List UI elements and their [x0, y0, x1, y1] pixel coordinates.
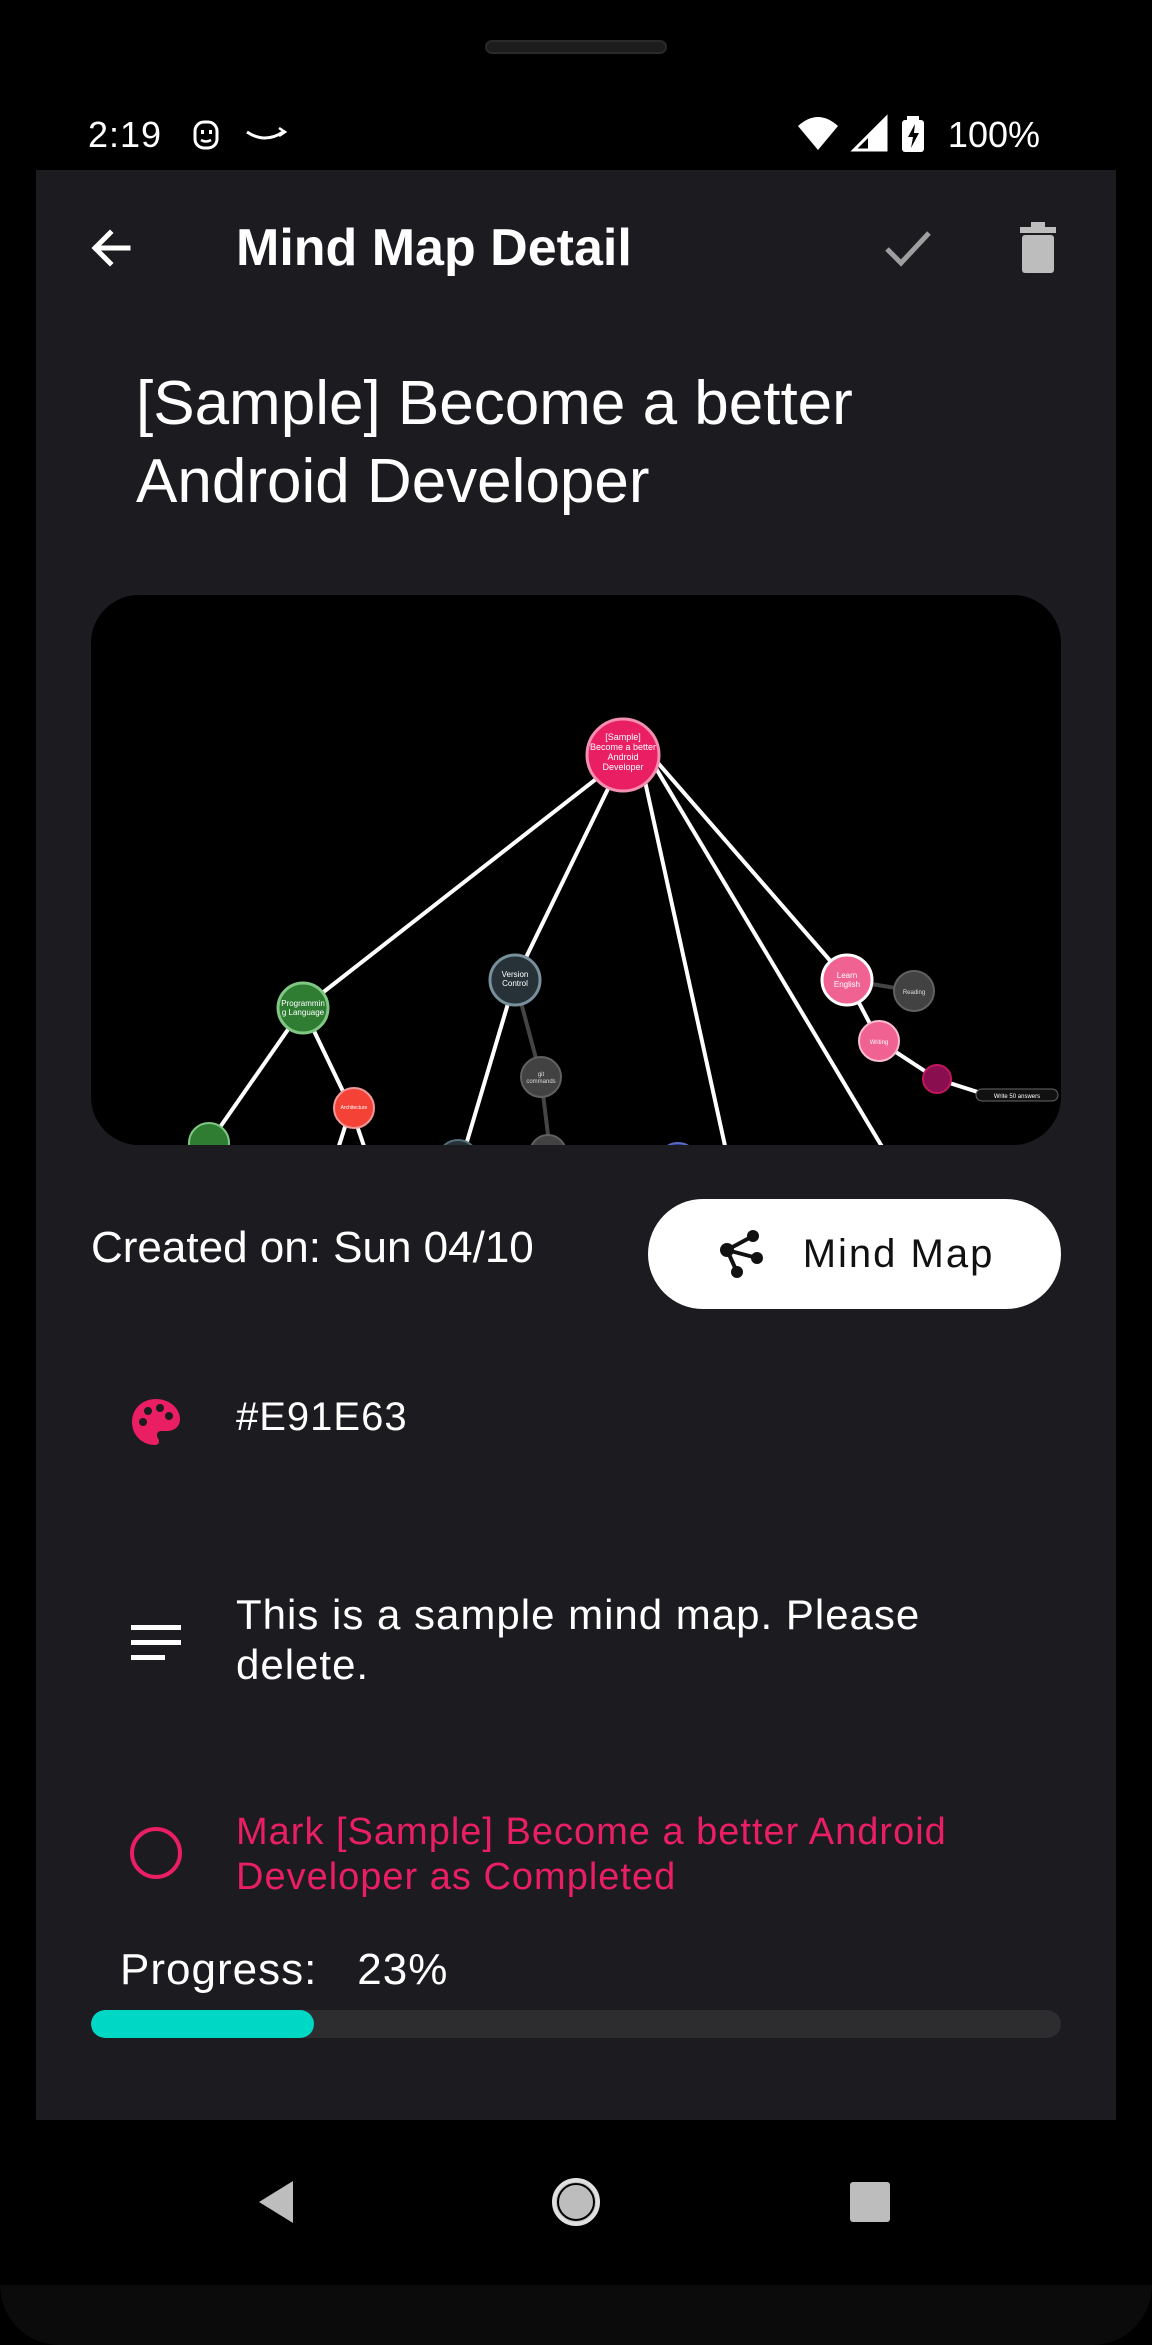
progress-label: Progress: — [120, 1945, 318, 1994]
speaker-grille — [485, 40, 667, 54]
nav-recents-icon — [850, 2182, 890, 2222]
palette-icon — [132, 1399, 180, 1445]
arrow-back-icon — [91, 229, 131, 267]
status-time: 2:19 — [88, 114, 163, 155]
edge-root-branch-a — [639, 762, 727, 1145]
node-writing-label: Writing — [870, 1040, 889, 1046]
nav-recents-button[interactable] — [830, 2162, 910, 2242]
description-icon-wrap — [126, 1613, 186, 1673]
node-programming-label: Programmin g Language — [281, 999, 325, 1017]
node-blue[interactable] — [658, 1142, 698, 1145]
wifi-icon — [796, 114, 840, 154]
check-icon — [885, 231, 931, 267]
mark-completed-checkbox[interactable] — [126, 1823, 186, 1883]
edge-root-programming — [301, 756, 625, 1010]
mind-map-title: [Sample] Become a better Android Develop… — [136, 369, 853, 516]
notes-icon — [131, 1625, 181, 1660]
mind-map-button[interactable]: Mind Map — [648, 1199, 1061, 1309]
nav-back-button[interactable] — [238, 2162, 318, 2242]
color-row-button[interactable] — [126, 1393, 186, 1453]
mark-completed-label[interactable]: Mark [Sample] Become a better Android De… — [236, 1810, 996, 1900]
node-version-label: Version Control — [502, 970, 529, 988]
node-reading-label: Reading — [903, 990, 925, 996]
delete-button[interactable] — [998, 208, 1078, 288]
progress-label-row: Progress: 23% — [120, 1945, 448, 1995]
progress-bar — [91, 2010, 1061, 2038]
battery-icon — [898, 114, 928, 154]
created-date: Created on: Sun 04/10 — [91, 1223, 534, 1272]
mind-map-preview[interactable]: [Sample] Become a better Android Developer … — [91, 595, 1061, 1145]
node-architecture-label: Architecture — [341, 1105, 368, 1111]
app-screen: Mind Map Detail [Sample] Become a better… — [36, 170, 1116, 2120]
confirm-button[interactable] — [868, 208, 948, 288]
system-nav-bar — [0, 2120, 1152, 2285]
node-english-label: Learn English — [834, 971, 860, 989]
nav-back-icon — [259, 2181, 293, 2223]
top-app-bar: Mind Map Detail — [36, 170, 1116, 325]
mind-map-button-label: Mind Map — [802, 1231, 995, 1276]
nav-home-button[interactable] — [536, 2162, 616, 2242]
node-version-child[interactable] — [438, 1139, 478, 1145]
color-value[interactable]: #E91E63 — [236, 1395, 408, 1440]
signal-icon — [850, 114, 890, 154]
share-nodes-icon — [719, 1230, 763, 1278]
bottom-bezel — [0, 2285, 1152, 2345]
status-bar: 2:19 100% — [36, 100, 1116, 170]
node-answers-label: Write 50 answers — [994, 1094, 1040, 1100]
node-git-child[interactable] — [530, 1134, 566, 1145]
back-button[interactable] — [71, 208, 151, 288]
battery-percent: 100% — [947, 114, 1040, 155]
edge-root-version — [513, 757, 625, 981]
node-subtask[interactable] — [922, 1064, 952, 1094]
progress-value: 23% — [357, 1945, 449, 1994]
page-title: Mind Map Detail — [236, 219, 632, 277]
edge-root-branch-b — [649, 758, 884, 1145]
description-text[interactable]: This is a sample mind map. Please delete… — [236, 1590, 996, 1690]
face-icon — [186, 114, 226, 154]
trash-icon — [1020, 222, 1056, 273]
circle-outline-icon — [130, 1827, 182, 1879]
progress-bar-fill — [91, 2010, 315, 2038]
nav-home-icon — [552, 2178, 600, 2226]
smile-logo-icon — [241, 114, 291, 154]
mind-map-graph: [Sample] Become a better Android Developer … — [188, 717, 1059, 1145]
device-frame: 2:19 100% Mind Map Detail [Sample] Becom… — [0, 0, 1152, 2345]
